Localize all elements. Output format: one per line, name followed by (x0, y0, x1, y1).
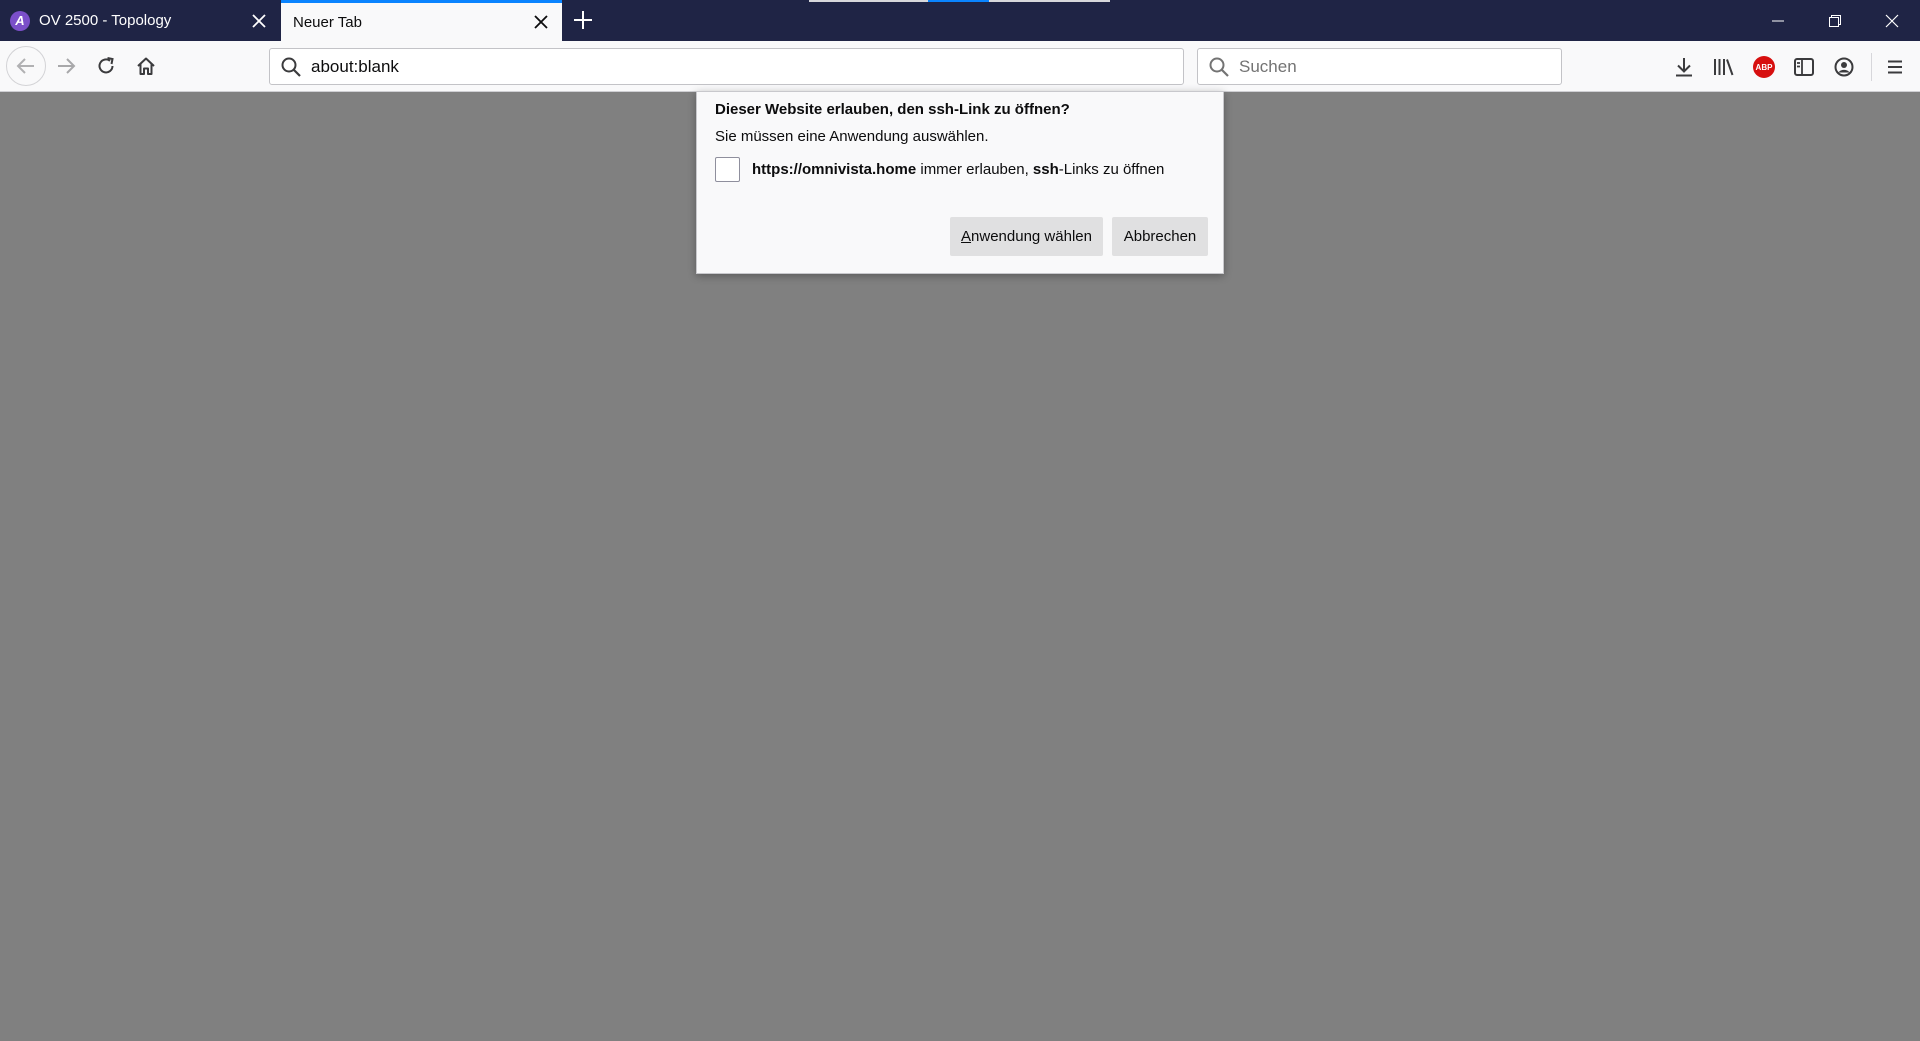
url-bar[interactable] (269, 48, 1184, 85)
search-icon (281, 57, 301, 77)
minimize-icon (1771, 20, 1784, 21)
cancel-button[interactable]: Abbrechen (1112, 217, 1208, 256)
search-bar[interactable] (1197, 48, 1562, 85)
adblock-plus-icon: ABP (1753, 56, 1775, 78)
remember-choice-checkbox[interactable] (715, 157, 740, 182)
site-name: https://omnivista.home (752, 161, 917, 178)
sidebar-button[interactable] (1788, 51, 1820, 83)
label-end: -Links zu öffnen (1058, 161, 1165, 178)
tab-label: Neuer Tab (293, 13, 362, 31)
label-mid: immer erlauben, (916, 161, 1033, 178)
protocol-name: ssh (1032, 161, 1059, 178)
toolbar-separator (1871, 53, 1872, 81)
new-tab-plus-icon[interactable] (570, 7, 596, 33)
restore-button[interactable] (1806, 0, 1863, 41)
remember-choice-row[interactable]: https://omnivista.home immer erlauben, s… (715, 157, 1164, 182)
alcatel-logo-icon: A (10, 10, 30, 31)
tab-neuer-tab[interactable]: Neuer Tab (281, 0, 562, 41)
dialog-subtitle: Sie müssen eine Anwendung auswählen. (715, 128, 989, 145)
sidebar-icon (1794, 58, 1814, 76)
close-tab-icon[interactable] (250, 12, 268, 30)
hamburger-menu-icon (1888, 60, 1902, 74)
navigation-toolbar: ABP (0, 41, 1920, 92)
library-icon (1714, 59, 1734, 76)
arrow-right-icon (58, 58, 76, 74)
dialog-title: Dieser Website erlauben, den ssh-Link zu… (715, 101, 1070, 118)
search-input[interactable] (1239, 56, 1561, 77)
reload-button[interactable] (87, 47, 125, 85)
library-button[interactable] (1708, 51, 1740, 83)
drag-space-indicator-accent (928, 0, 989, 2)
account-button[interactable] (1828, 51, 1860, 83)
reload-icon (98, 57, 114, 74)
choose-application-button[interactable]: Anwendung wählen (950, 217, 1103, 256)
home-button[interactable] (127, 47, 165, 85)
remember-choice-label: https://omnivista.home immer erlauben, s… (752, 161, 1164, 178)
menu-button[interactable] (1879, 51, 1911, 83)
adblock-plus-button[interactable]: ABP (1748, 51, 1780, 83)
tab-label: OV 2500 - Topology (39, 12, 172, 29)
button-label-rest: nwendung wählen (971, 228, 1092, 245)
close-icon (1885, 14, 1898, 27)
tab-ov2500-topology[interactable]: A OV 2500 - Topology (0, 0, 280, 41)
restore-icon (1828, 14, 1841, 27)
url-input[interactable] (311, 56, 1183, 77)
arrow-left-icon (16, 58, 34, 74)
download-icon (1676, 58, 1692, 77)
close-tab-icon[interactable] (532, 13, 550, 31)
tab-strip: A OV 2500 - Topology Neuer Tab (0, 0, 1920, 41)
minimize-button[interactable] (1749, 0, 1806, 41)
access-key-letter: A (961, 228, 972, 245)
home-icon (137, 57, 155, 75)
forward-button[interactable] (47, 47, 85, 85)
back-button[interactable] (6, 46, 46, 86)
protocol-permission-dialog: Dieser Website erlauben, den ssh-Link zu… (696, 91, 1224, 274)
close-window-button[interactable] (1863, 0, 1920, 41)
account-icon (1834, 57, 1854, 77)
search-icon (1209, 57, 1229, 77)
downloads-button[interactable] (1668, 51, 1700, 83)
